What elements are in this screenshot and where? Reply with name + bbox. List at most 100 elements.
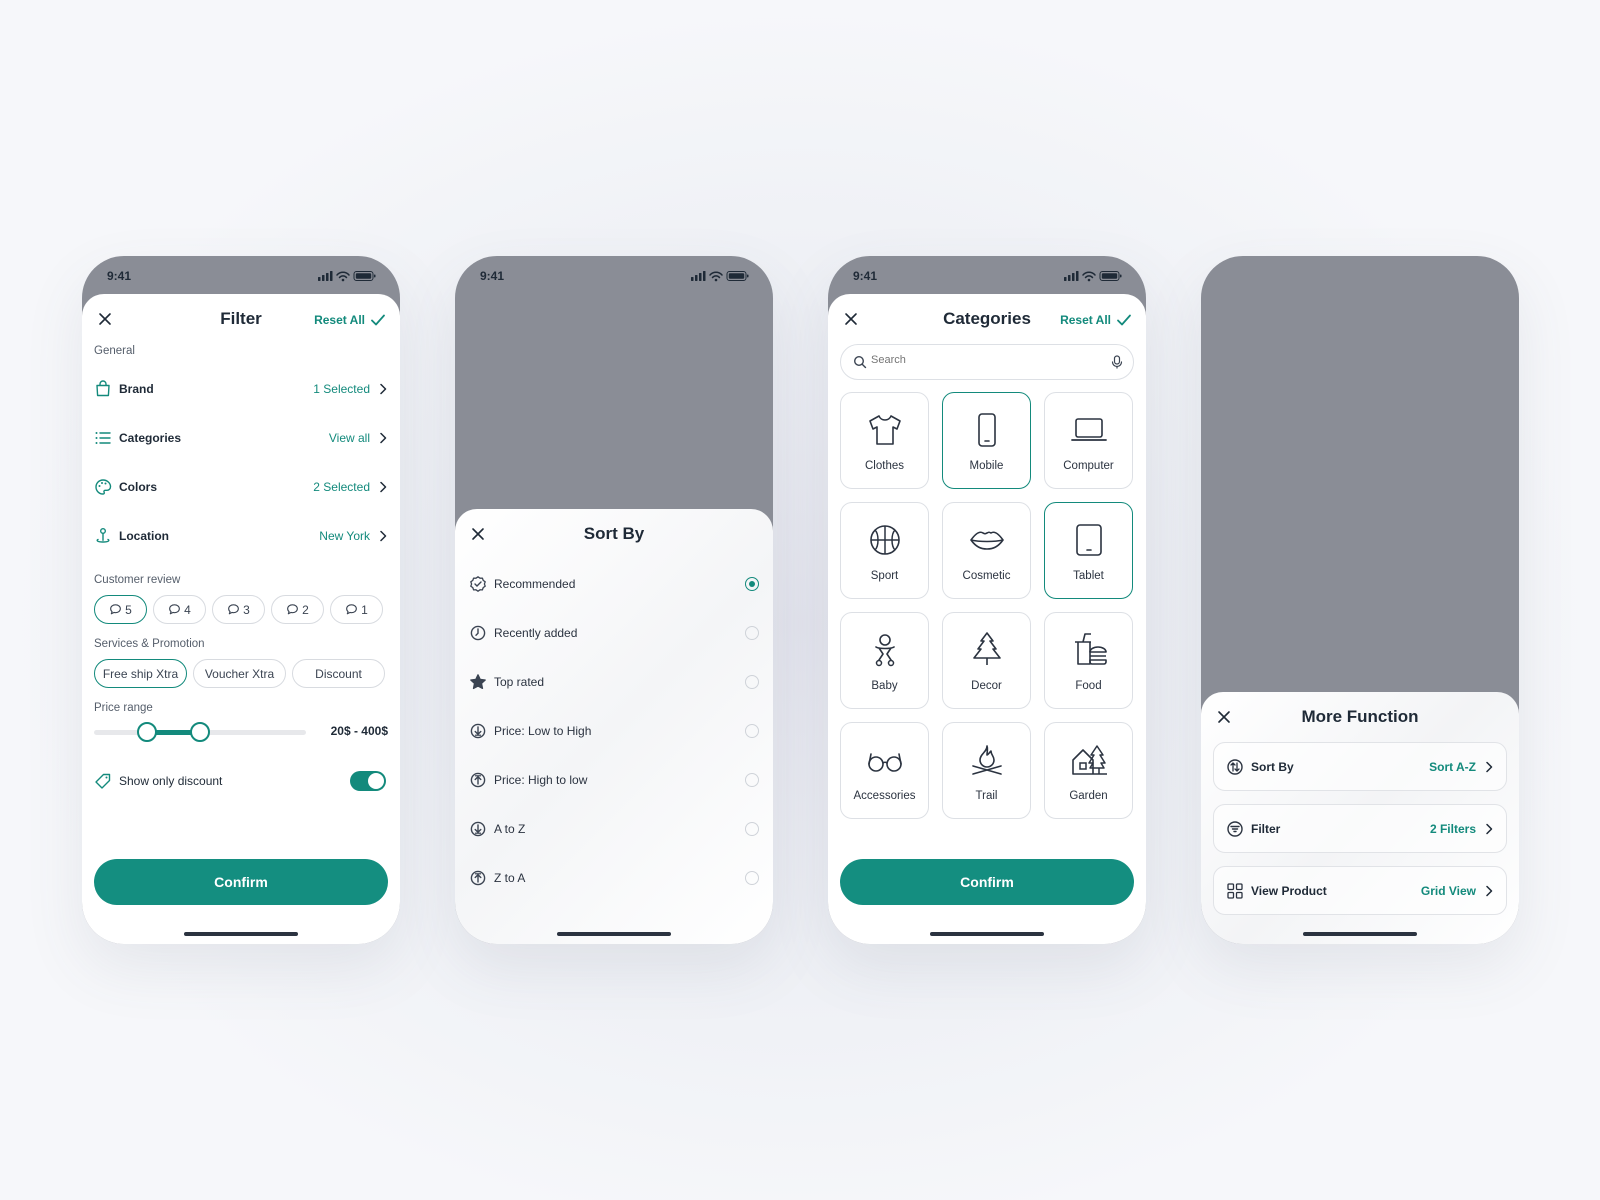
filter-row-colors[interactable]: Colors 2 Selected — [82, 462, 400, 511]
filter-row-location[interactable]: Location New York — [82, 511, 400, 560]
status-bar: 9:41 — [455, 256, 773, 292]
status-bar: 9:41 — [82, 256, 400, 292]
category-tile-cosmetic[interactable]: Cosmetic — [942, 502, 1031, 599]
radio-unselected[interactable] — [745, 674, 759, 689]
baby-icon — [865, 630, 905, 670]
sort-option-label: Recently added — [494, 625, 578, 640]
categories-screen: 9:41 Categories Reset All Clothes Mobile… — [828, 256, 1146, 944]
location-pin-icon — [94, 527, 112, 545]
filter-row-label: Brand — [119, 381, 154, 396]
filter-row-value: 1 Selected — [313, 381, 370, 396]
radio-selected[interactable] — [745, 576, 759, 591]
status-icons — [691, 270, 749, 282]
sort-option-price-high-low[interactable]: Price: High to low — [455, 755, 773, 804]
sort-option-top-rated[interactable]: Top rated — [455, 657, 773, 706]
more-row-filter[interactable]: Filter 2 Filters — [1213, 804, 1507, 853]
category-tile-sport[interactable]: Sport — [840, 502, 929, 599]
sort-option-recommended[interactable]: Recommended — [455, 559, 773, 608]
review-chip-2[interactable]: 2 — [271, 595, 324, 624]
price-range-label: Price range — [94, 702, 153, 714]
category-label: Baby — [871, 679, 898, 692]
category-tile-mobile[interactable]: Mobile — [942, 392, 1031, 489]
radio-unselected[interactable] — [745, 821, 759, 836]
review-chip-3[interactable]: 3 — [212, 595, 265, 624]
service-chip-free-ship[interactable]: Free ship Xtra — [94, 659, 187, 688]
palette-icon — [94, 478, 112, 496]
mobile-phone-icon — [967, 410, 1007, 450]
bag-icon — [94, 380, 112, 398]
home-indicator — [184, 932, 298, 936]
category-tile-garden[interactable]: Garden — [1044, 722, 1133, 819]
category-tile-baby[interactable]: Baby — [840, 612, 929, 709]
sort-option-z-a[interactable]: Z to A — [455, 853, 773, 902]
search-input[interactable] — [871, 354, 1101, 366]
category-label: Computer — [1063, 459, 1114, 472]
sort-icon — [1226, 758, 1244, 776]
filter-row-label: Colors — [119, 479, 158, 494]
more-row-sort-by[interactable]: Sort By Sort A-Z — [1213, 742, 1507, 791]
chevron-right-icon — [1484, 885, 1494, 897]
radio-unselected[interactable] — [745, 625, 759, 640]
radio-unselected[interactable] — [745, 772, 759, 787]
tablet-icon — [1069, 520, 1109, 560]
reset-all-button[interactable]: Reset All — [314, 312, 386, 328]
chat-icon — [345, 603, 358, 616]
confirm-button[interactable]: Confirm — [840, 859, 1134, 905]
category-tile-accessories[interactable]: Accessories — [840, 722, 929, 819]
chat-icon — [109, 603, 122, 616]
price-max-handle[interactable] — [190, 722, 210, 742]
services-promotion-label: Services & Promotion — [94, 638, 205, 650]
filter-row-value: 2 Selected — [313, 479, 370, 494]
category-tile-tablet[interactable]: Tablet — [1044, 502, 1133, 599]
category-grid: Clothes Mobile Computer Sport Cosmetic T… — [828, 392, 1146, 819]
filter-row-label: Categories — [119, 430, 182, 445]
status-time: 9:41 — [480, 269, 505, 283]
category-tile-decor[interactable]: Decor — [942, 612, 1031, 709]
category-label: Sport — [870, 569, 899, 582]
price-min-handle[interactable] — [137, 722, 157, 742]
arrow-up-circle-icon — [469, 869, 487, 887]
category-tile-food[interactable]: Food — [1044, 612, 1133, 709]
chevron-right-icon — [1484, 823, 1494, 835]
reset-all-button[interactable]: Reset All — [1060, 312, 1132, 328]
house-garden-icon — [1069, 740, 1109, 780]
review-chip-4[interactable]: 4 — [153, 595, 206, 624]
chevron-right-icon — [378, 481, 388, 493]
arrow-up-circle-icon — [469, 771, 487, 789]
review-chip-5[interactable]: 5 — [94, 595, 147, 624]
filter-row-brand[interactable]: Brand 1 Selected — [82, 364, 400, 413]
more-row-value: Grid View — [1420, 883, 1476, 898]
sort-option-price-low-high[interactable]: Price: Low to High — [455, 706, 773, 755]
list-icon — [94, 429, 112, 447]
microphone-icon[interactable] — [1111, 355, 1123, 369]
category-tile-clothes[interactable]: Clothes — [840, 392, 929, 489]
sort-option-label: Recommended — [494, 576, 576, 591]
status-time: 9:41 — [853, 269, 878, 283]
more-function-sheet: More Function Sort By Sort A-Z Filter 2 … — [1201, 692, 1519, 944]
service-chip-discount[interactable]: Discount — [292, 659, 385, 688]
reset-all-label: Reset All — [1060, 313, 1111, 327]
more-row-view-product[interactable]: View Product Grid View — [1213, 866, 1507, 915]
category-tile-trail[interactable]: Trail — [942, 722, 1031, 819]
sort-option-recently-added[interactable]: Recently added — [455, 608, 773, 657]
category-label: Accessories — [853, 789, 916, 802]
category-label: Clothes — [865, 459, 904, 472]
radio-unselected[interactable] — [745, 870, 759, 885]
discount-toggle[interactable] — [350, 770, 386, 791]
chevron-right-icon — [378, 530, 388, 542]
category-tile-computer[interactable]: Computer — [1044, 392, 1133, 489]
filter-screen: 9:41 Filter Reset All General Brand 1 Se… — [82, 256, 400, 944]
radio-unselected[interactable] — [745, 723, 759, 738]
category-label: Cosmetic — [962, 569, 1011, 582]
sort-option-label: Price: Low to High — [494, 723, 592, 738]
filter-row-categories[interactable]: Categories View all — [82, 413, 400, 462]
service-chip-voucher[interactable]: Voucher Xtra — [193, 659, 286, 688]
sort-screen: 9:41 Sort By Recommended Recently added … — [455, 256, 773, 944]
sort-option-label: Z to A — [494, 870, 526, 885]
sort-option-a-z[interactable]: A to Z — [455, 804, 773, 853]
more-row-value: Sort A-Z — [1429, 759, 1476, 774]
glasses-icon — [865, 740, 905, 780]
review-chip-1[interactable]: 1 — [330, 595, 383, 624]
confirm-button[interactable]: Confirm — [94, 859, 388, 905]
toggle-knob — [368, 772, 384, 789]
